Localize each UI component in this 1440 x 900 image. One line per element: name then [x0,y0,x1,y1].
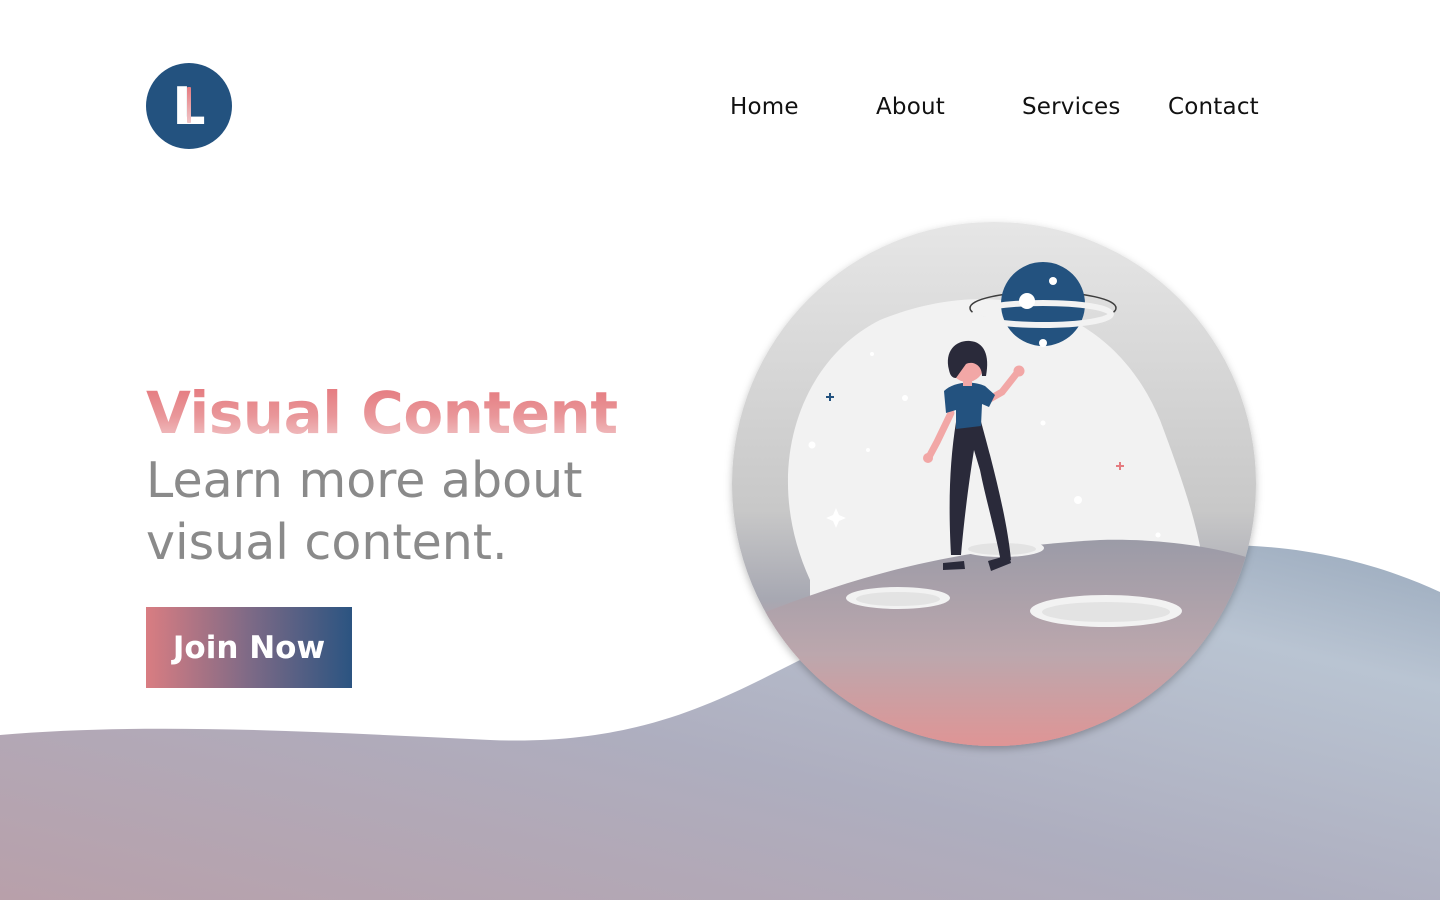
hero-title: Visual Content [146,379,618,447]
crater-2-inner [1042,602,1170,622]
crater-1-inner [856,592,940,606]
hero-subtitle: Learn more about visual content. [146,450,706,574]
hero-subtitle-line-2: visual content. [146,514,508,571]
nav-about-link[interactable]: About [876,90,945,124]
nav-services-link[interactable]: Services [1022,90,1121,124]
join-now-button[interactable]: Join Now [146,607,352,688]
nav-home-link[interactable]: Home [730,90,799,124]
main-nav: Home About Services Contact [0,90,1440,124]
nav-contact-link[interactable]: Contact [1168,90,1259,124]
woman-reaching-planet-illustration [732,222,1256,746]
hero-subtitle-line-1: Learn more about [146,452,583,509]
